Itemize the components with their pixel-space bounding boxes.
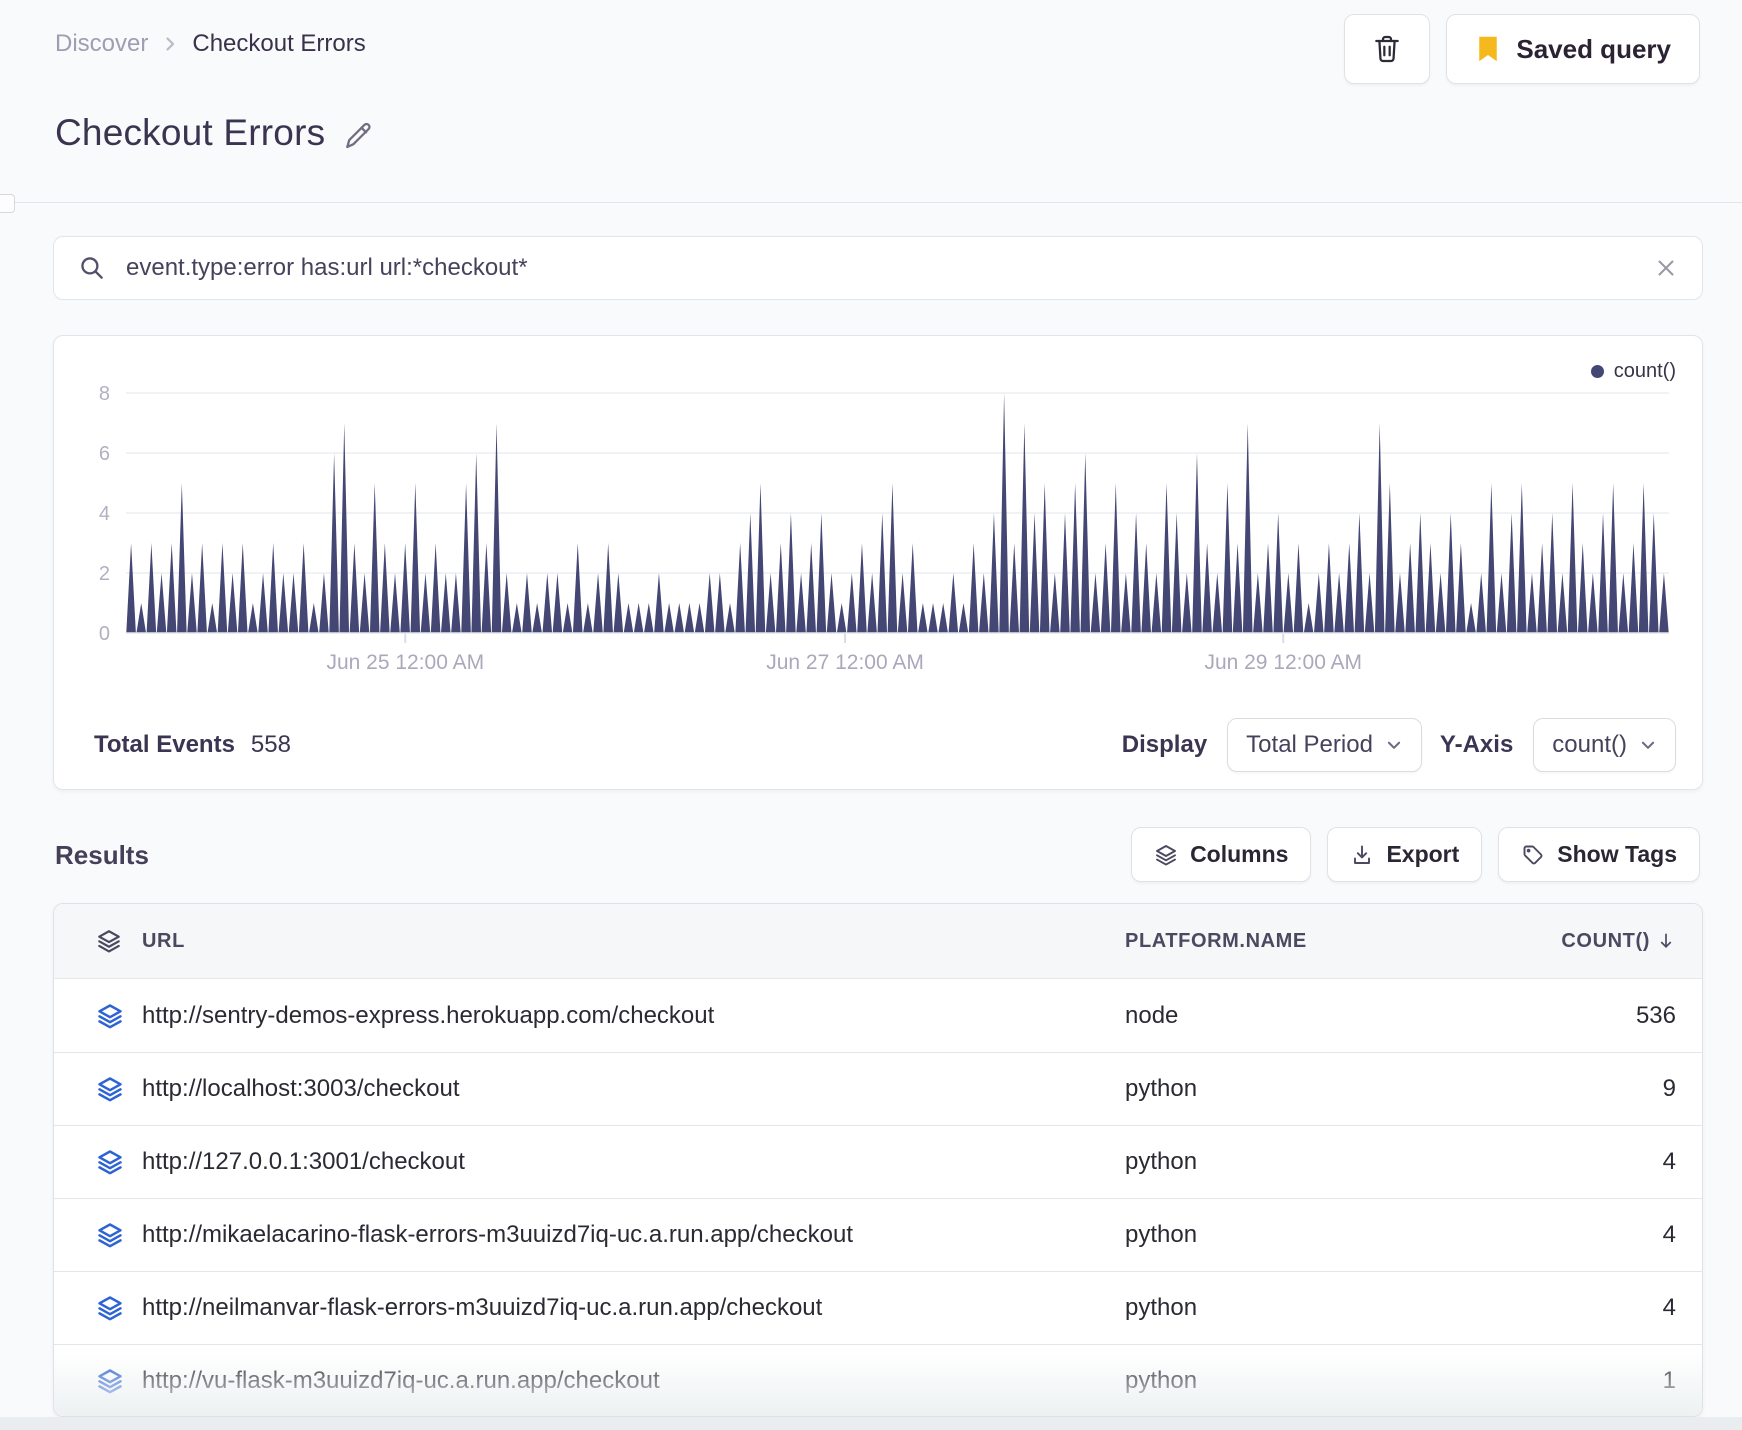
- svg-text:0: 0: [99, 623, 110, 645]
- events-chart-panel: 0 2 4 6 8 Jun 25 12:00 AM Jun 27 12:00 AM Jun 2…: [53, 335, 1703, 790]
- cell-url[interactable]: http://localhost:3003/checkout: [142, 1075, 1125, 1103]
- show-tags-label: Show Tags: [1557, 841, 1677, 867]
- column-header-platform[interactable]: PLATFORM.NAME: [1125, 930, 1525, 953]
- delete-query-button[interactable]: [1344, 14, 1431, 84]
- cell-platform[interactable]: python: [1125, 1367, 1525, 1395]
- cell-url[interactable]: http://127.0.0.1:3001/checkout: [142, 1148, 1125, 1176]
- page-title-row: Checkout Errors: [55, 112, 375, 154]
- cell-count: 9: [1662, 1075, 1676, 1102]
- layers-icon[interactable]: [96, 1367, 142, 1395]
- yaxis-dropdown[interactable]: count(): [1533, 718, 1676, 772]
- svg-text:6: 6: [99, 443, 110, 465]
- svg-text:8: 8: [99, 383, 110, 405]
- results-heading: Results: [55, 840, 149, 870]
- cell-platform[interactable]: python: [1125, 1075, 1525, 1103]
- table-row[interactable]: http://localhost:3003/checkout python 9: [54, 1052, 1702, 1125]
- chevron-down-icon: [1385, 736, 1403, 754]
- legend-dot-icon: [1590, 365, 1604, 378]
- search-bar[interactable]: [53, 236, 1703, 300]
- layers-icon: [1154, 843, 1178, 867]
- breadcrumb-current: Checkout Errors: [192, 30, 366, 57]
- results-table-header: URL PLATFORM.NAME COUNT(): [54, 904, 1702, 979]
- results-table-body: http://sentry-demos-express.herokuapp.co…: [54, 979, 1702, 1416]
- cell-platform[interactable]: python: [1125, 1294, 1525, 1322]
- display-period-dropdown[interactable]: Total Period: [1227, 718, 1422, 772]
- edit-pencil-icon[interactable]: [343, 119, 375, 151]
- column-header-count[interactable]: COUNT(): [1525, 930, 1676, 953]
- results-table: URL PLATFORM.NAME COUNT() http://sentry-…: [53, 903, 1703, 1417]
- cell-count: 536: [1635, 1001, 1676, 1029]
- yaxis-label: Y-Axis: [1439, 731, 1514, 758]
- svg-text:Jun 27 12:00 AM: Jun 27 12:00 AM: [766, 651, 924, 674]
- sort-descending-icon: [1656, 931, 1676, 951]
- table-row[interactable]: http://vu-flask-m3uuizd7iq-uc.a.run.app/…: [54, 1344, 1702, 1416]
- breadcrumb: Discover Checkout Errors: [55, 30, 366, 58]
- results-actions: Columns Export Show Tags: [1131, 827, 1700, 882]
- layers-icon: [96, 928, 142, 954]
- table-row[interactable]: http://127.0.0.1:3001/checkout python 4: [54, 1125, 1702, 1198]
- saved-query-button[interactable]: Saved query: [1446, 14, 1700, 84]
- layers-icon[interactable]: [96, 1148, 142, 1176]
- tag-icon: [1521, 843, 1545, 867]
- cell-url[interactable]: http://vu-flask-m3uuizd7iq-uc.a.run.app/…: [142, 1367, 1125, 1395]
- viewport-bottom-strip: [0, 1417, 1742, 1430]
- chart-footer: Total Events 558 Display Total Period Y-…: [94, 717, 1676, 773]
- total-events-value: 558: [250, 731, 291, 758]
- cell-count: 4: [1662, 1148, 1676, 1175]
- cell-count: 4: [1662, 1221, 1676, 1248]
- cell-url[interactable]: http://mikaelacarino-flask-errors-m3uuiz…: [142, 1221, 1125, 1249]
- yaxis-value: count(): [1552, 731, 1627, 758]
- cell-count: 4: [1662, 1294, 1676, 1321]
- cell-platform[interactable]: node: [1125, 1002, 1525, 1030]
- total-events-label: Total Events: [94, 731, 235, 758]
- chart-controls: Display Total Period Y-Axis count(): [1122, 718, 1676, 772]
- chevron-right-icon: [160, 34, 180, 54]
- cell-platform[interactable]: python: [1125, 1148, 1525, 1176]
- search-icon: [78, 254, 106, 282]
- saved-query-label: Saved query: [1516, 33, 1671, 64]
- chart-legend[interactable]: count(): [1590, 360, 1676, 383]
- table-row[interactable]: http://sentry-demos-express.herokuapp.co…: [54, 979, 1702, 1052]
- legend-label: count(): [1613, 360, 1676, 382]
- header-divider: [0, 202, 1742, 203]
- total-events: Total Events 558: [94, 731, 291, 759]
- top-actions: Saved query: [1344, 14, 1700, 84]
- event-volume-chart[interactable]: 0 2 4 6 8 Jun 25 12:00 AM Jun 27 12:00 AM Jun 2…: [54, 336, 1702, 681]
- table-row[interactable]: http://mikaelacarino-flask-errors-m3uuiz…: [54, 1198, 1702, 1271]
- export-label: Export: [1386, 841, 1460, 867]
- layers-icon[interactable]: [96, 1294, 142, 1322]
- show-tags-button[interactable]: Show Tags: [1498, 827, 1700, 882]
- page-title: Checkout Errors: [55, 112, 326, 153]
- download-icon: [1350, 843, 1374, 867]
- search-input[interactable]: [126, 254, 1634, 282]
- layers-icon[interactable]: [96, 1002, 142, 1030]
- bookmark-icon: [1475, 35, 1501, 63]
- layers-icon[interactable]: [96, 1075, 142, 1103]
- cell-url[interactable]: http://sentry-demos-express.herokuapp.co…: [142, 1002, 1125, 1030]
- svg-text:4: 4: [99, 503, 110, 525]
- svg-text:Jun 29 12:00 AM: Jun 29 12:00 AM: [1204, 651, 1362, 674]
- cell-count: 1: [1662, 1367, 1676, 1394]
- display-label: Display: [1121, 731, 1208, 758]
- layers-icon[interactable]: [96, 1221, 142, 1249]
- cell-platform[interactable]: python: [1125, 1221, 1525, 1249]
- cell-url[interactable]: http://neilmanvar-flask-errors-m3uuizd7i…: [142, 1294, 1125, 1322]
- svg-text:Jun 25 12:00 AM: Jun 25 12:00 AM: [326, 651, 484, 674]
- display-period-value: Total Period: [1246, 731, 1373, 758]
- close-icon[interactable]: [1654, 256, 1678, 280]
- column-header-url[interactable]: URL: [142, 930, 1125, 953]
- columns-label: Columns: [1190, 841, 1289, 867]
- table-row[interactable]: http://neilmanvar-flask-errors-m3uuizd7i…: [54, 1271, 1702, 1344]
- sidebar-collapse-handle[interactable]: [0, 194, 15, 213]
- breadcrumb-discover-link[interactable]: Discover: [55, 30, 148, 58]
- trash-icon: [1371, 33, 1403, 65]
- export-button[interactable]: Export: [1327, 827, 1483, 882]
- columns-button[interactable]: Columns: [1131, 827, 1312, 882]
- chevron-down-icon: [1639, 736, 1657, 754]
- svg-text:2: 2: [99, 563, 110, 585]
